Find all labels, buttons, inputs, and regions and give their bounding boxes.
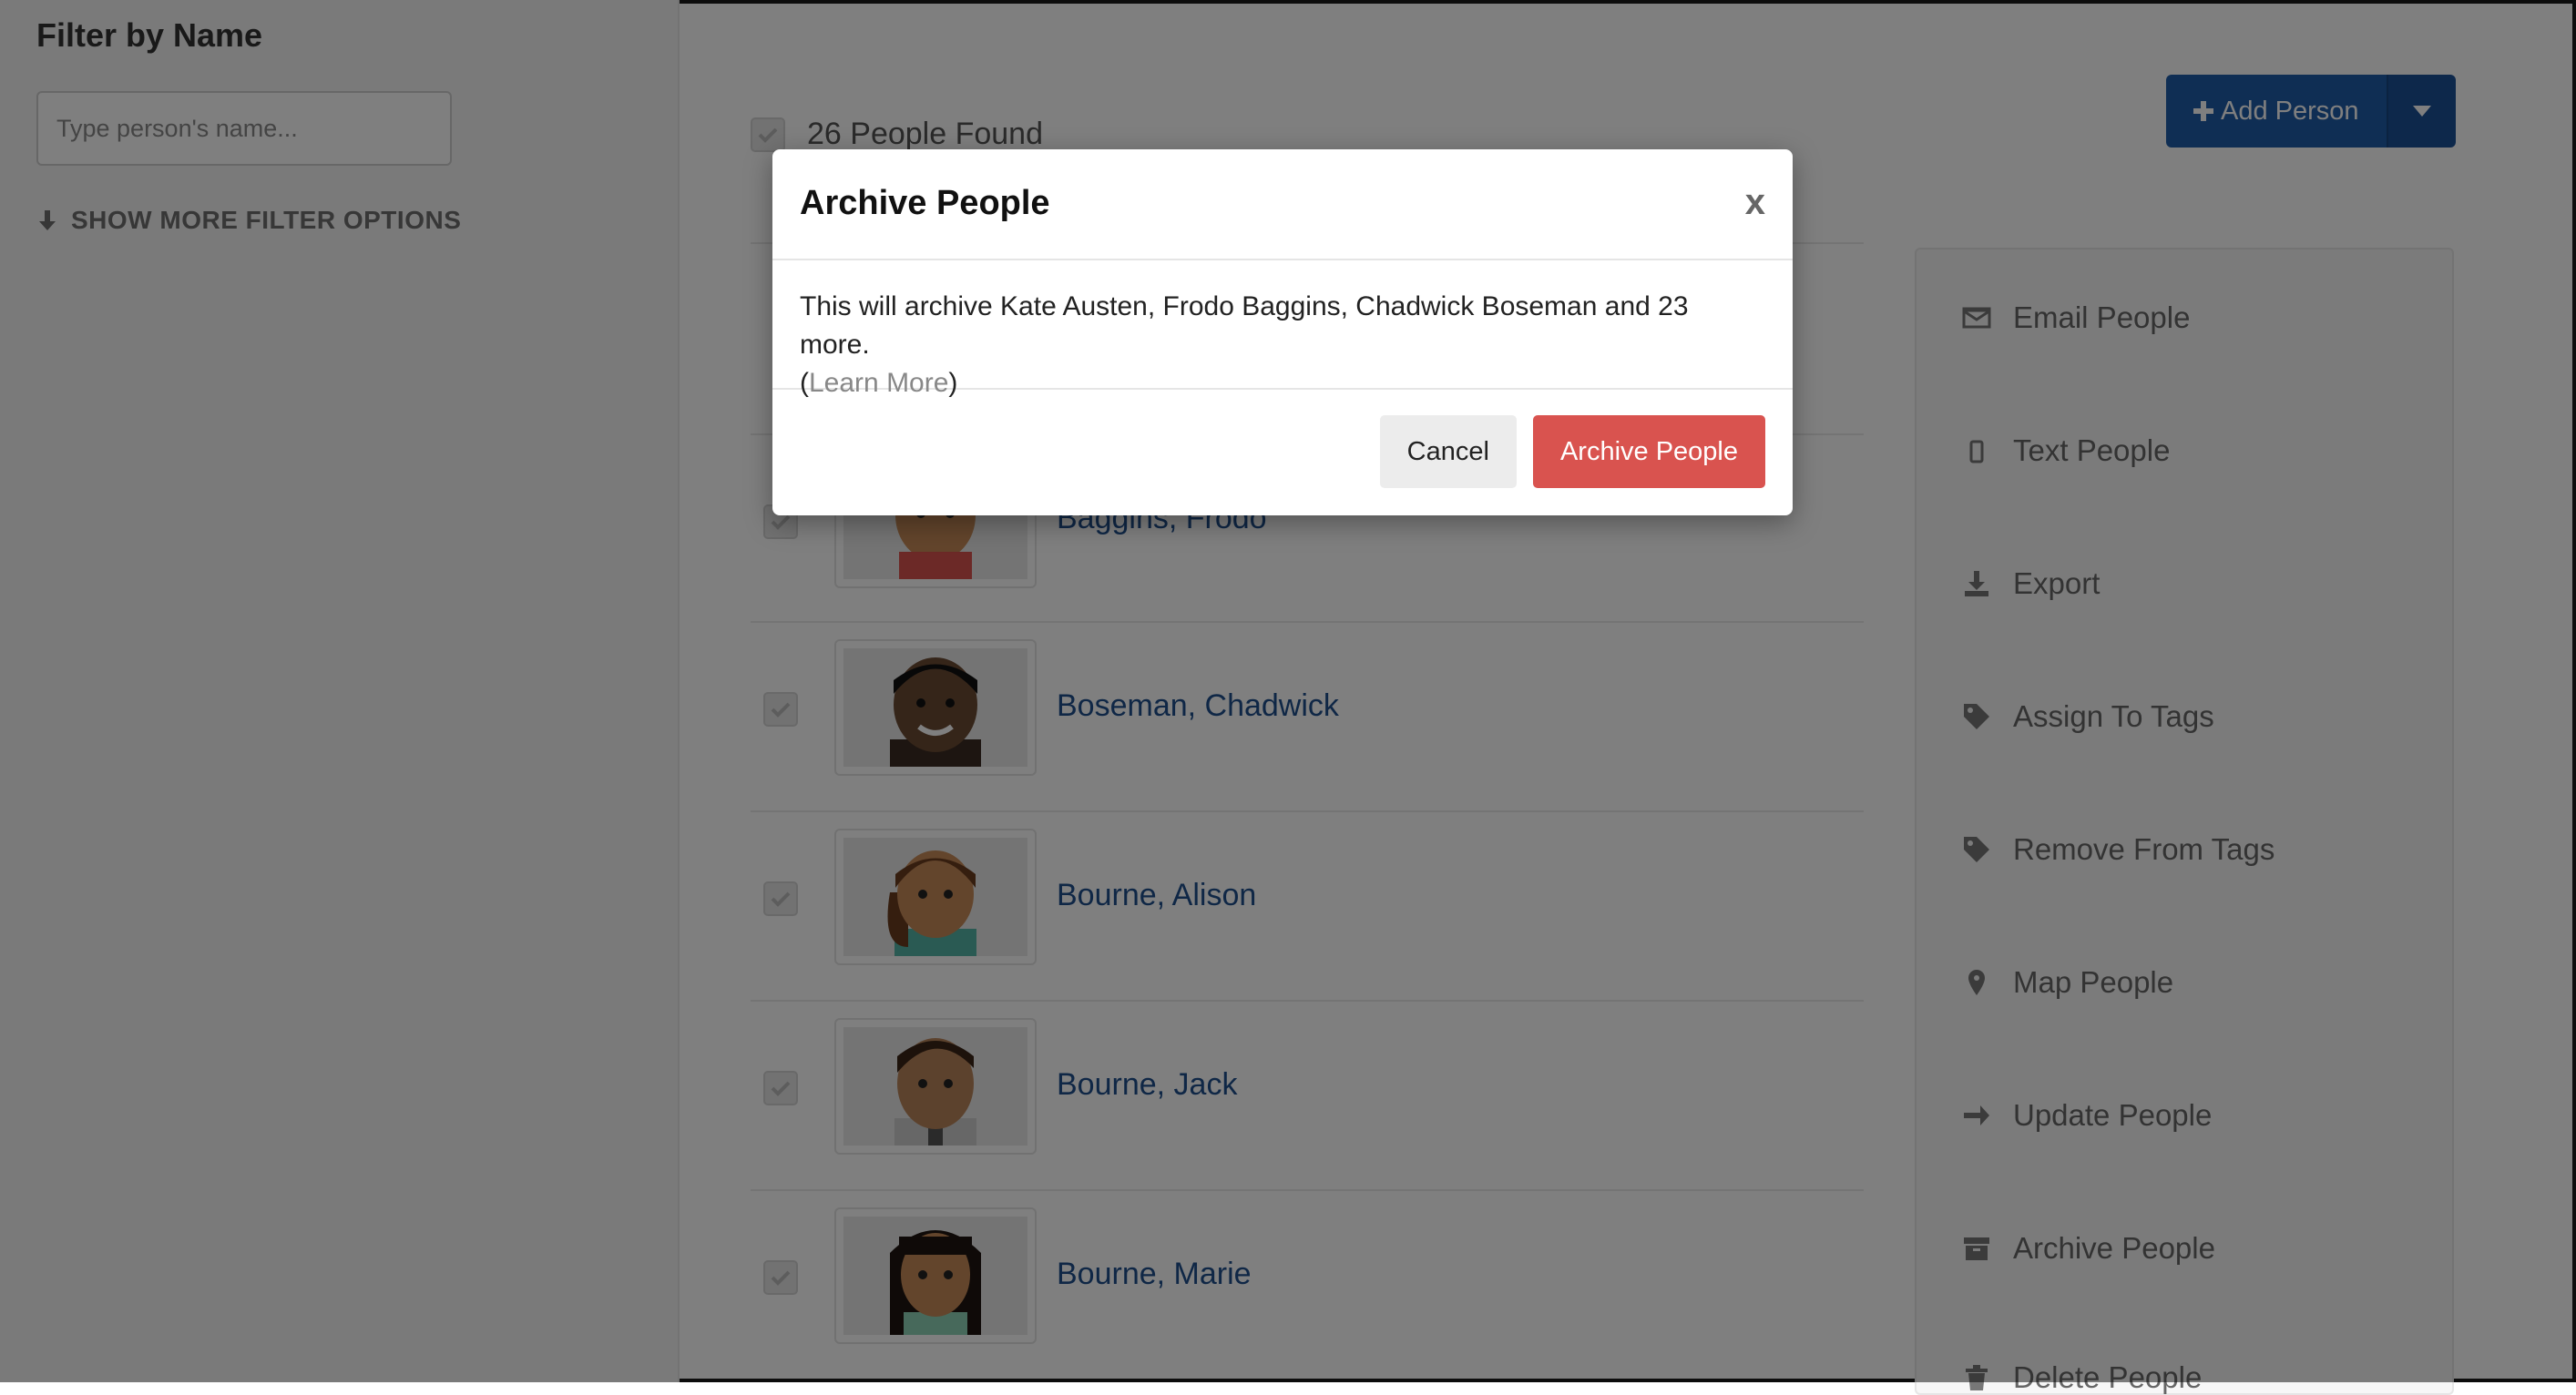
dialog-title: Archive People — [800, 184, 1050, 222]
learn-more-link[interactable]: Learn More — [809, 368, 948, 398]
archive-people-confirm-button[interactable]: Archive People — [1532, 415, 1765, 488]
dialog-header: Archive People x — [772, 149, 1793, 260]
dialog-footer: Cancel Archive People — [1379, 415, 1765, 488]
close-icon[interactable]: x — [1745, 182, 1765, 223]
archive-people-dialog: Archive People x This will archive Kate … — [772, 149, 1793, 515]
dialog-message: This will archive Kate Austen, Frodo Bag… — [800, 291, 1689, 360]
dialog-body: This will archive Kate Austen, Frodo Bag… — [772, 260, 1793, 398]
cancel-button[interactable]: Cancel — [1379, 415, 1517, 488]
learn-more-close-paren: ) — [948, 368, 958, 398]
learn-more-open-paren: ( — [800, 368, 809, 398]
